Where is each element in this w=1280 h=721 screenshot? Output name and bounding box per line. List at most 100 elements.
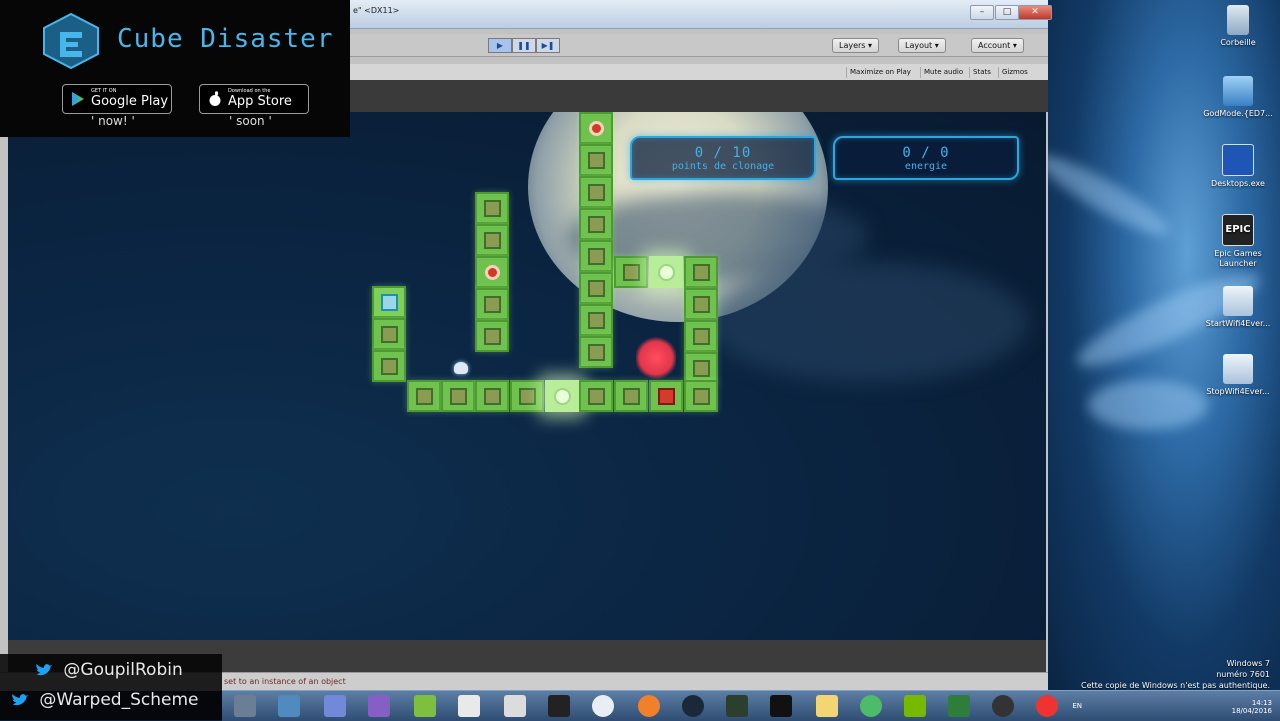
spiral-block	[372, 286, 406, 318]
window-title: e" <DX11>	[353, 6, 400, 15]
green-block	[510, 380, 544, 412]
game-name: Cube Disaster	[117, 24, 334, 54]
unity-icon[interactable]	[504, 695, 526, 717]
green-block	[684, 380, 718, 412]
play-button[interactable]: ▶	[488, 38, 512, 53]
clock-time: 14:13	[1251, 699, 1272, 707]
system-tray[interactable]: EN 14:13 18/04/2016	[1072, 699, 1272, 715]
target-block	[475, 256, 509, 288]
google-play-tag: ' now! '	[91, 114, 135, 128]
desktop-icon-godmode[interactable]: GodMode.{ED7...	[1196, 76, 1280, 119]
promo-overlay: Cube Disaster GET IT ON Google Play ' no…	[0, 0, 350, 137]
social-handle-2: @Warped_Scheme	[10, 690, 198, 710]
green-block	[579, 208, 613, 240]
app-store-badge[interactable]: Download on the App Store	[199, 84, 309, 114]
exit-block	[649, 380, 683, 412]
twitter-icon	[12, 693, 29, 705]
glowing-block	[649, 256, 683, 288]
step-button[interactable]: ▶❚	[536, 38, 560, 53]
green-block	[475, 288, 509, 320]
wifi-start-icon	[1223, 286, 1253, 316]
epic-games-icon[interactable]	[548, 695, 570, 717]
folder-icon[interactable]	[816, 695, 838, 717]
blender-icon[interactable]	[638, 695, 660, 717]
green-block	[579, 380, 613, 412]
green-block	[441, 380, 475, 412]
green-block	[579, 176, 613, 208]
nvidia-icon[interactable]	[904, 695, 926, 717]
layout-dropdown[interactable]: Layout ▾	[898, 38, 946, 53]
green-block	[614, 380, 648, 412]
glowing-block	[545, 380, 579, 412]
pause-button[interactable]: ❚❚	[512, 38, 536, 53]
minimize-button[interactable]: –	[970, 5, 994, 20]
twitter-icon	[36, 663, 53, 675]
energy-panel: 0 / 0 energie	[833, 136, 1019, 180]
notepad-icon[interactable]	[414, 695, 436, 717]
desktop-icon-desktops[interactable]: Desktops.exe	[1196, 144, 1280, 189]
green-block	[475, 320, 509, 352]
green-block	[407, 380, 441, 412]
wifi-stop-icon	[1223, 354, 1253, 384]
green-block	[684, 256, 718, 288]
steam-icon[interactable]	[682, 695, 704, 717]
green-block	[579, 240, 613, 272]
visual-studio-icon[interactable]	[368, 695, 390, 717]
google-play-icon	[72, 92, 84, 106]
cloud	[708, 262, 1028, 382]
green-block	[372, 350, 406, 382]
mute-audio-toggle[interactable]: Mute audio	[920, 67, 966, 78]
cube-disaster-logo-icon	[43, 12, 99, 70]
terminal-icon[interactable]	[770, 695, 792, 717]
green-block	[684, 288, 718, 320]
account-dropdown[interactable]: Account ▾	[971, 38, 1024, 53]
desktop-icon-stopwifi[interactable]: StopWifi4Ever...	[1196, 354, 1280, 397]
close-button[interactable]: ✕	[1018, 5, 1052, 20]
apple-icon	[209, 91, 221, 106]
layers-dropdown[interactable]: Layers ▾	[832, 38, 880, 53]
taskbar: EN 14:13 18/04/2016	[222, 690, 1280, 721]
green-block	[579, 304, 613, 336]
green-block	[579, 336, 613, 368]
desktops-icon	[1222, 144, 1254, 176]
app-store-tag: ' soon '	[229, 114, 272, 128]
taskbar-app-icon[interactable]	[860, 695, 882, 717]
social-overlay: @GoupilRobin @Warped_Scheme	[0, 654, 222, 720]
green-block	[372, 318, 406, 350]
taskbar-app-icon[interactable]	[278, 695, 300, 717]
maximize-button[interactable]: □	[995, 5, 1019, 20]
unity-icon[interactable]	[458, 695, 480, 717]
clone-points-panel: 0 / 10 points de clonage	[630, 136, 816, 180]
obs-icon[interactable]	[992, 695, 1014, 717]
desktop-icon-recycle-bin[interactable]: Corbeille	[1196, 5, 1280, 48]
target-block	[579, 112, 613, 144]
taskbar-app-icon[interactable]	[948, 695, 970, 717]
green-block	[579, 272, 613, 304]
godmode-icon	[1223, 76, 1253, 106]
green-block	[579, 144, 613, 176]
browser-icon[interactable]	[592, 695, 614, 717]
clock-date: 18/04/2016	[1231, 707, 1272, 715]
discord-icon[interactable]	[324, 695, 346, 717]
red-particles	[636, 336, 676, 380]
social-handle-1: @GoupilRobin	[34, 660, 183, 680]
desktop-icon-startwifi[interactable]: StartWifi4Ever...	[1196, 286, 1280, 329]
green-block	[475, 380, 509, 412]
epic-games-icon: EPIC	[1222, 214, 1254, 246]
stats-toggle[interactable]: Stats	[969, 67, 994, 78]
google-play-badge[interactable]: GET IT ON Google Play	[62, 84, 172, 114]
green-block	[475, 192, 509, 224]
green-block	[684, 320, 718, 352]
maximize-on-play-toggle[interactable]: Maximize on Play	[846, 67, 914, 78]
desktop-icon-epic-games[interactable]: EPIC Epic Games Launcher	[1196, 214, 1280, 269]
language-indicator[interactable]: EN	[1072, 702, 1082, 710]
status-message[interactable]: set to an instance of an object	[224, 677, 346, 686]
taskbar-app-icon[interactable]	[726, 695, 748, 717]
taskbar-app-icon[interactable]	[234, 695, 256, 717]
windows-watermark: Windows 7 numéro 7601 Cette copie de Win…	[1081, 659, 1270, 690]
player-character	[454, 362, 468, 374]
gizmos-dropdown[interactable]: Gizmos	[998, 67, 1031, 78]
taskbar-app-icon[interactable]	[1036, 695, 1058, 717]
game-view[interactable]: 0 / 10 points de clonage 0 / 0 energie	[8, 112, 1046, 640]
recycle-bin-icon	[1227, 5, 1249, 35]
